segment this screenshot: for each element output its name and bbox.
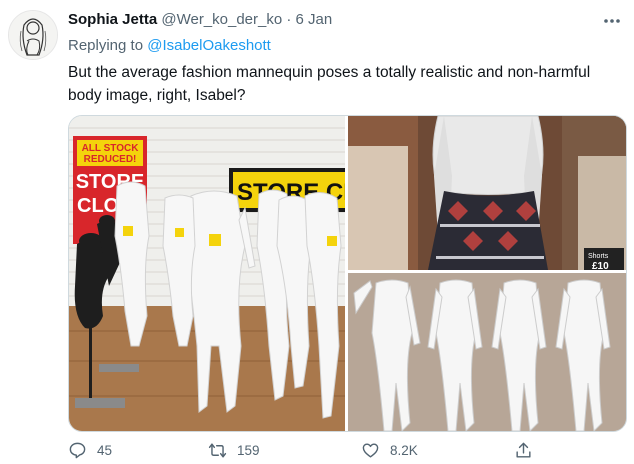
display-name[interactable]: Sophia Jetta [68,11,157,28]
tweet-header: Sophia Jetta @Wer_ko_der_ko · 6 Jan [68,11,332,28]
media-image-mannequin-torso[interactable]: Shorts £10 [348,116,626,270]
sign-all-stock: ALL STOCK [82,143,140,154]
shorts-label: Shorts [588,253,609,260]
like-action[interactable]: 8.2K [361,441,418,460]
like-count: 8.2K [390,443,418,458]
tweet-text: But the average fashion mannequin poses … [68,64,591,104]
more-options-icon[interactable] [602,12,622,30]
heart-icon[interactable] [361,441,380,460]
tweet-date[interactable]: 6 Jan [296,11,333,28]
reply-count: 45 [97,443,113,458]
avatar-illustration [9,11,57,59]
reply-action[interactable]: 45 [68,441,112,460]
share-icon[interactable] [514,441,533,460]
replying-prefix: Replying to [68,37,144,54]
retweet-icon[interactable] [208,441,227,460]
avatar[interactable] [8,10,58,60]
media-image-store-closing[interactable]: ALL STOCK REDUCED! STORE CLO STORE CL [69,116,345,431]
header-separator: · [286,11,292,28]
retweet-count: 159 [237,443,260,458]
tweet-actions: 45 159 8.2K [68,441,628,463]
share-action[interactable] [514,441,533,460]
media-grid: ALL STOCK REDUCED! STORE CLO STORE CL [68,115,627,432]
retweet-action[interactable]: 159 [208,441,260,460]
reply-icon[interactable] [68,441,87,460]
sign-reduced: REDUCED! [84,154,137,165]
media-image-four-mannequins[interactable] [348,273,626,431]
replying-to: Replying to @IsabelOakeshott [68,37,271,54]
sign-clo: CLO [77,195,119,217]
replying-to-link[interactable]: @IsabelOakeshott [147,37,271,54]
shorts-price: £10 [592,261,609,270]
user-handle[interactable]: @Wer_ko_der_ko [161,11,282,28]
